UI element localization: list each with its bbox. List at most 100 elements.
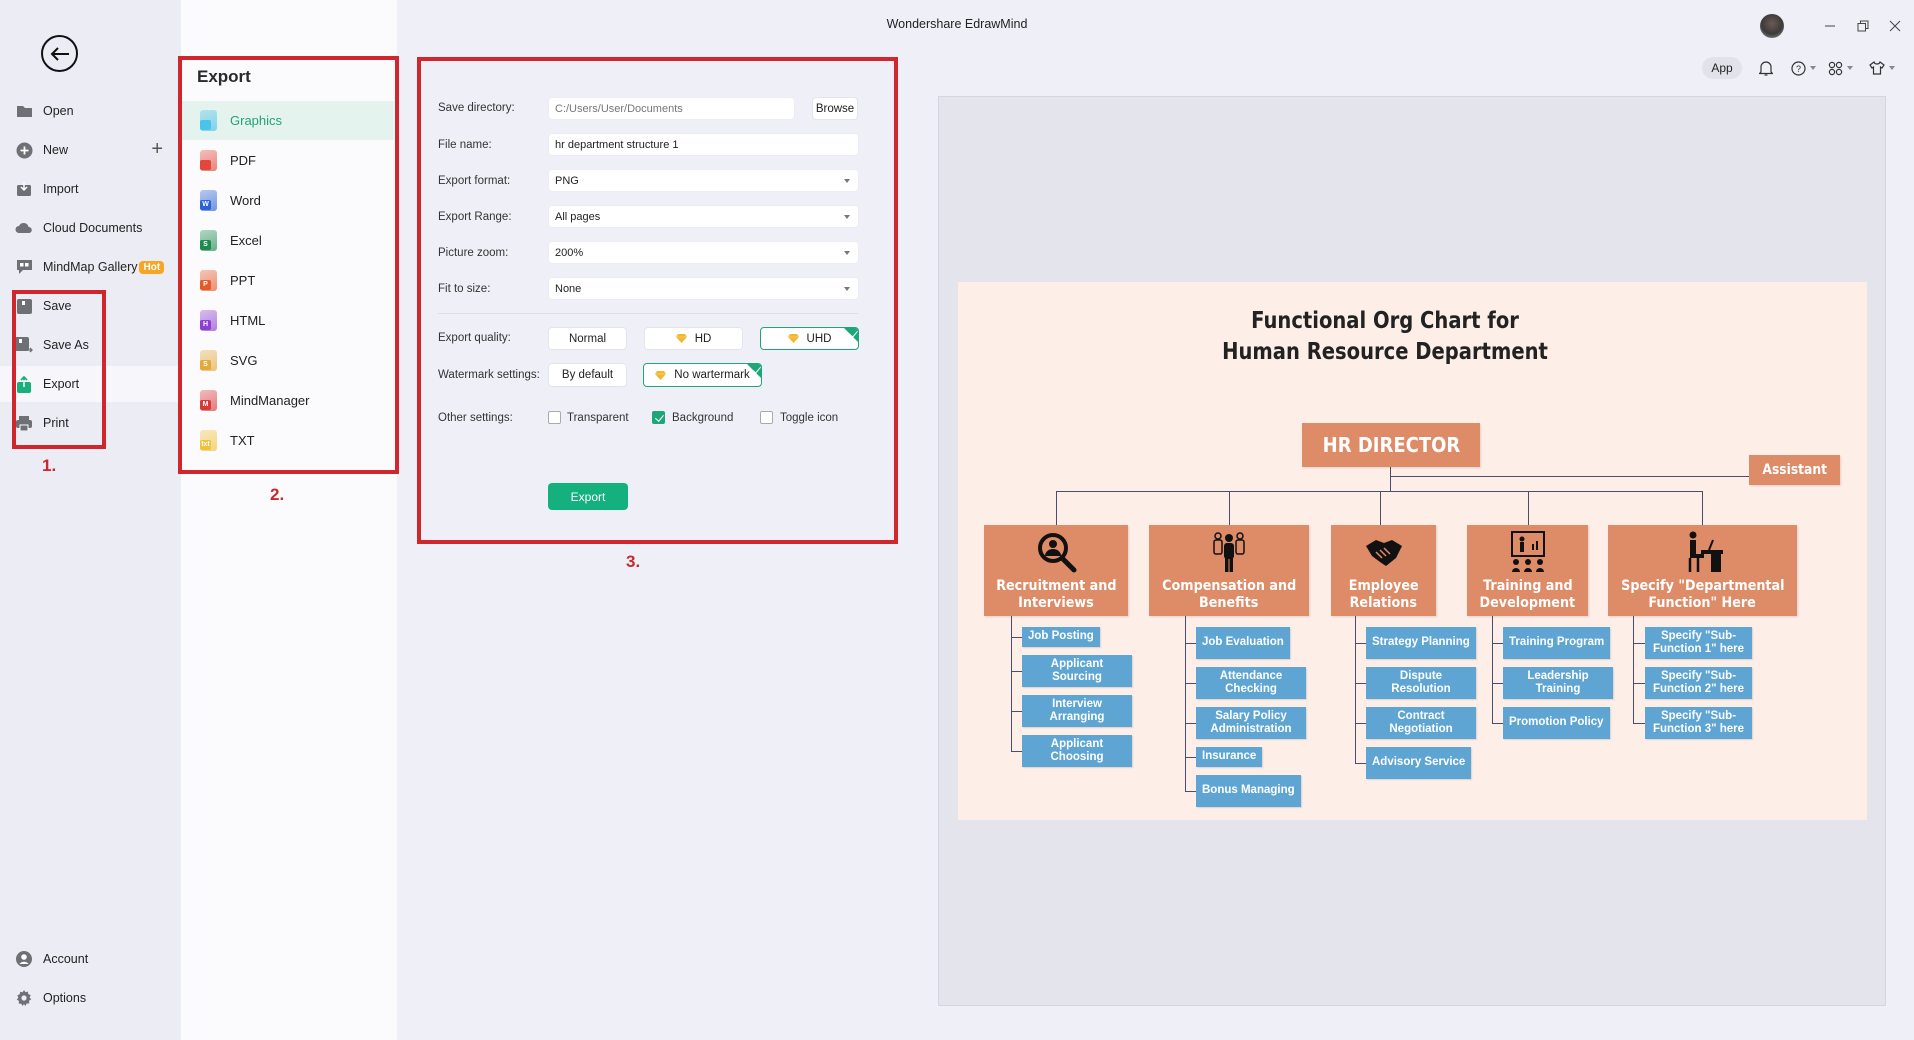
format-item-html[interactable]: H HTML <box>182 301 394 340</box>
watermark-default-label: By default <box>561 369 614 381</box>
minimize-button[interactable] <box>1820 16 1840 36</box>
plus-circle-icon <box>15 141 33 159</box>
file-name-input[interactable]: hr department structure 1 <box>548 133 859 156</box>
format-item-excel[interactable]: S Excel <box>182 221 394 260</box>
window-title: Wondershare EdrawMind <box>886 17 1028 31</box>
sub-function-box[interactable]: Specify "Sub-Function 2" here <box>1645 667 1752 699</box>
quality-hd-button[interactable]: HD <box>644 327 743 350</box>
sidebar-item-save-as[interactable]: Save As <box>0 327 181 363</box>
add-icon[interactable]: + <box>151 138 163 161</box>
watermark-default-button[interactable]: By default <box>548 363 627 387</box>
sidebar-item-print[interactable]: Print <box>0 405 181 441</box>
department-label-line1: Training and <box>1482 577 1573 594</box>
department-box[interactable]: Training and Development <box>1467 525 1588 616</box>
sub-function-box[interactable]: Attendance Checking <box>1196 667 1306 699</box>
sub-function-box[interactable]: Training Program <box>1503 627 1611 659</box>
browse-button[interactable]: Browse <box>812 97 858 120</box>
quality-normal-button[interactable]: Normal <box>548 327 627 350</box>
sub-trunk-line <box>1492 616 1493 723</box>
sidebar-item-label: MindMap Gallery <box>43 260 138 274</box>
sidebar-item-label: Save <box>43 299 72 313</box>
apps-button[interactable] <box>1828 58 1853 78</box>
org-chart-title: Functional Org Chart for Human Resource … <box>1058 306 1713 368</box>
sub-function-box[interactable]: Insurance <box>1196 747 1263 767</box>
sub-function-box[interactable]: Promotion Policy <box>1503 707 1610 739</box>
toggle-icon-checkbox[interactable] <box>760 411 773 424</box>
transparent-checkbox[interactable] <box>548 411 561 424</box>
assistant-connector-line <box>1390 476 1749 477</box>
sub-function-box[interactable]: Specify "Sub-Function 1" here <box>1645 627 1752 659</box>
sub-function-box[interactable]: Bonus Managing <box>1196 775 1301 807</box>
close-button[interactable] <box>1885 16 1905 36</box>
quality-uhd-button[interactable]: UHD <box>760 327 859 350</box>
sidebar-item-save[interactable]: Save <box>0 288 181 324</box>
theme-button[interactable] <box>1869 58 1895 78</box>
sidebar-item-options[interactable]: Options <box>0 980 181 1016</box>
background-checkbox[interactable] <box>652 411 665 424</box>
sub-function-box[interactable]: Job Evaluation <box>1196 627 1290 659</box>
format-item-graphics[interactable]: Graphics <box>182 101 394 140</box>
sub-function-box[interactable]: Job Posting <box>1022 627 1100 647</box>
sidebar-item-open[interactable]: Open <box>0 93 181 129</box>
notification-button[interactable] <box>1759 58 1773 78</box>
toggle-icon-label: Toggle icon <box>780 412 839 424</box>
assistant-box[interactable]: Assistant <box>1749 455 1840 485</box>
export-range-label: Export Range: <box>438 211 512 223</box>
format-item-pdf[interactable]: PDF <box>182 141 394 180</box>
excel-file-icon: S <box>200 230 217 251</box>
format-item-label: HTML <box>230 313 266 328</box>
ppt-file-icon: P <box>200 270 217 291</box>
sidebar-item-mindmap-gallery[interactable]: MindMap Gallery Hot <box>0 249 181 285</box>
sub-function-box[interactable]: Applicant Sourcing <box>1022 655 1132 687</box>
no-watermark-button[interactable]: No wartermark <box>643 363 762 387</box>
format-item-mindmanager[interactable]: M MindManager <box>182 381 394 420</box>
format-item-label: Word <box>230 193 261 208</box>
sub-connector-line <box>1011 637 1022 638</box>
sub-connector-line <box>1355 683 1366 684</box>
sub-function-box[interactable]: Specify "Sub-Function 3" here <box>1645 707 1752 739</box>
fit-to-size-select[interactable]: None <box>548 277 859 300</box>
export-range-select[interactable]: All pages <box>548 205 859 228</box>
sub-function-box[interactable]: Applicant Choosing <box>1022 735 1132 767</box>
svg-file-icon: S <box>200 350 217 371</box>
app-button[interactable]: App <box>1702 57 1742 79</box>
help-button[interactable]: ? <box>1791 58 1816 78</box>
sidebar-item-label: Account <box>43 952 89 966</box>
sub-function-box[interactable]: Salary Policy Administration <box>1196 707 1306 739</box>
sub-function-box[interactable]: Advisory Service <box>1366 747 1472 779</box>
save-directory-input[interactable]: C:/Users/User/Documents <box>548 97 795 120</box>
cloud-icon <box>15 219 33 237</box>
format-item-txt[interactable]: txt TXT <box>182 421 394 460</box>
department-box[interactable]: Specify "Departmental Function" Here <box>1608 525 1797 616</box>
sub-function-box[interactable]: Contract Negotiation <box>1366 707 1476 739</box>
sub-function-box[interactable]: Dispute Resolution <box>1366 667 1476 699</box>
sub-function-box[interactable]: Strategy Planning <box>1366 627 1476 659</box>
restore-button[interactable] <box>1853 16 1873 36</box>
format-item-ppt[interactable]: P PPT <box>182 261 394 300</box>
picture-zoom-select[interactable]: 200% <box>548 241 859 264</box>
sub-trunk-line <box>1633 616 1634 723</box>
sub-function-box[interactable]: Leadership Training <box>1503 667 1613 699</box>
command-grid-icon <box>1828 61 1843 75</box>
department-box[interactable]: Compensation and Benefits <box>1149 525 1309 616</box>
user-avatar[interactable] <box>1760 14 1784 38</box>
bell-icon <box>1759 61 1773 76</box>
sidebar-item-cloud-documents[interactable]: Cloud Documents <box>0 210 181 246</box>
dept-drop-line <box>1380 491 1381 525</box>
sidebar-item-account[interactable]: Account <box>0 941 181 977</box>
export-format-select[interactable]: PNG <box>548 169 859 192</box>
sidebar-item-new[interactable]: New + <box>0 132 181 168</box>
format-item-svg[interactable]: S SVG <box>182 341 394 380</box>
hr-director-box[interactable]: HR DIRECTOR <box>1302 423 1480 467</box>
sidebar-item-export[interactable]: Export <box>0 366 181 402</box>
department-box[interactable]: Employee Relations <box>1331 525 1436 616</box>
hr-director-label: HR DIRECTOR <box>1322 433 1460 457</box>
file-name-label: File name: <box>438 139 492 151</box>
dept-drop-line <box>1229 491 1230 525</box>
sub-function-box[interactable]: Interview Arranging <box>1022 695 1132 727</box>
department-box[interactable]: Recruitment and Interviews <box>984 525 1128 616</box>
back-button[interactable] <box>41 35 78 72</box>
sidebar-item-import[interactable]: Import <box>0 171 181 207</box>
export-button[interactable]: Export <box>548 483 628 510</box>
format-item-word[interactable]: W Word <box>182 181 394 220</box>
